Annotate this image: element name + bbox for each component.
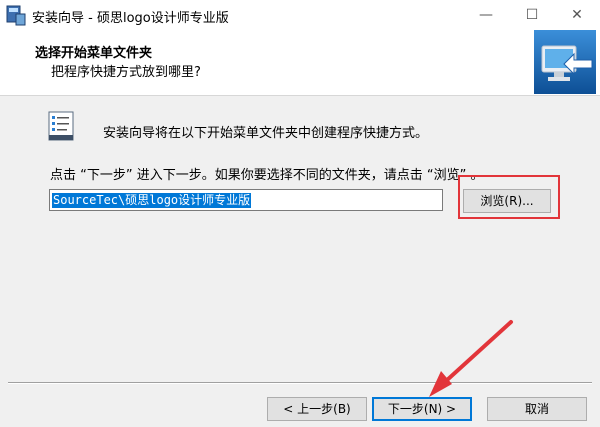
- maximize-button[interactable]: ☐: [509, 0, 555, 30]
- back-button[interactable]: < 上一步(B): [267, 397, 367, 421]
- browse-highlight-annotation: [458, 175, 560, 219]
- wizard-content: 安装向导将在以下开始菜单文件夹中创建程序快捷方式。 点击 “下一步” 进入下一步…: [0, 96, 600, 376]
- wizard-footer: < 上一步(B) 下一步(N) > 取消: [0, 376, 600, 427]
- title-bar: 安装向导 - 硕思logo设计师专业版 — ☐ ✕: [0, 0, 600, 30]
- close-button[interactable]: ✕: [554, 0, 600, 30]
- page-subtitle: 把程序快捷方式放到哪里?: [51, 65, 201, 80]
- next-button[interactable]: 下一步(N) >: [372, 397, 472, 421]
- cancel-button[interactable]: 取消: [487, 397, 587, 421]
- computer-arrow-icon: [534, 30, 596, 94]
- wizard-header: 选择开始菜单文件夹 把程序快捷方式放到哪里?: [0, 30, 600, 96]
- window-title: 安装向导 - 硕思logo设计师专业版: [32, 11, 229, 26]
- description-text: 安装向导将在以下开始菜单文件夹中创建程序快捷方式。: [103, 126, 429, 141]
- minimize-button[interactable]: —: [463, 0, 509, 30]
- folder-path-value: SourceTec\硕思logo设计师专业版: [52, 193, 252, 208]
- page-title: 选择开始菜单文件夹: [35, 46, 153, 61]
- folder-path-input[interactable]: SourceTec\硕思logo设计师专业版: [49, 189, 443, 211]
- installer-icon: [6, 5, 26, 26]
- instruction-text: 点击 “下一步” 进入下一步。如果你要选择不同的文件夹，请点击 “浏览” 。: [50, 168, 484, 183]
- footer-divider: [8, 382, 592, 384]
- start-menu-folder-icon: [48, 111, 74, 141]
